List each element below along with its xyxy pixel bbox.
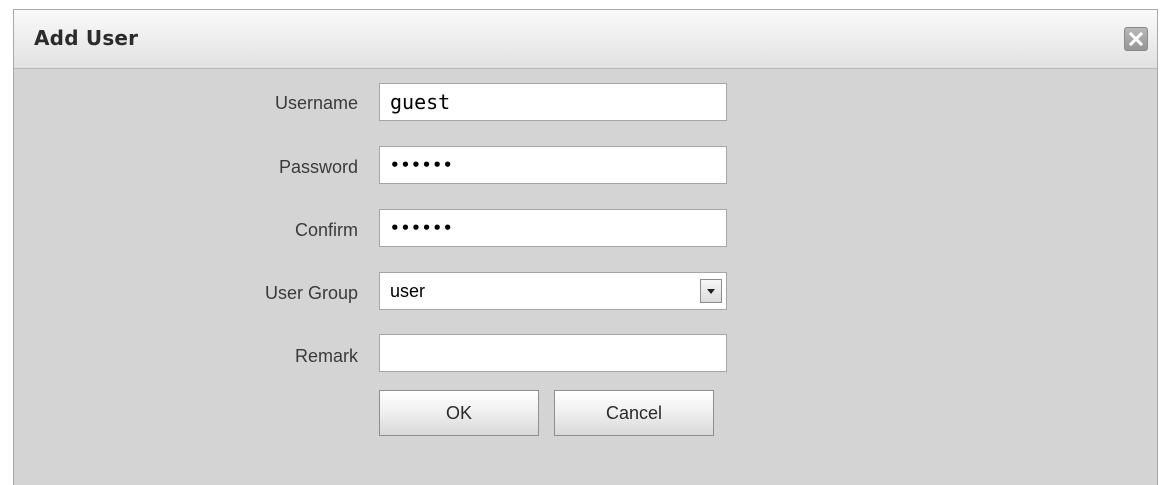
user-group-label: User Group [264, 283, 358, 303]
dialog-title: Add User [34, 26, 139, 50]
user-group-value: user [390, 281, 426, 301]
username-input[interactable]: guest [379, 83, 727, 121]
username-label: Username [274, 93, 358, 113]
chevron-down-icon[interactable] [700, 279, 722, 303]
dialog-titlebar: Add User [14, 10, 1157, 69]
remark-input[interactable] [379, 334, 727, 372]
add-user-dialog: Add User Username guest Password •••••• … [13, 9, 1158, 485]
ok-button[interactable]: OK [379, 390, 539, 436]
close-icon [1128, 31, 1144, 47]
confirm-label: Confirm [294, 220, 358, 240]
confirm-password-input[interactable]: •••••• [379, 209, 727, 247]
password-input[interactable]: •••••• [379, 146, 727, 184]
password-label: Password [278, 157, 358, 177]
user-group-select[interactable]: user [379, 272, 727, 310]
cancel-button[interactable]: Cancel [554, 390, 714, 436]
remark-label: Remark [294, 346, 358, 366]
close-button[interactable] [1124, 27, 1148, 51]
